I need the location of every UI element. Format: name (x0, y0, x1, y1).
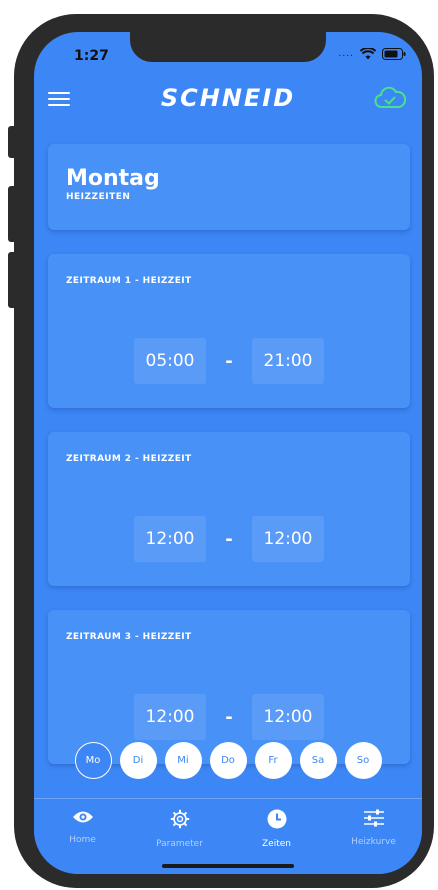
time-range: 12:00 - 12:00 (48, 694, 410, 740)
day-card: Montag HEIZZEITEN (48, 144, 410, 230)
cloud-check-icon[interactable] (374, 86, 407, 114)
eye-icon (72, 809, 94, 829)
period-card: ZEITRAUM 3 - HEIZZEIT 12:00 - 12:00 (48, 610, 410, 764)
tab-home[interactable]: Home (34, 799, 131, 874)
tab-label: Zeiten (262, 839, 291, 849)
period-label: ZEITRAUM 1 - HEIZZEIT (66, 276, 192, 286)
sliders-icon (363, 809, 385, 831)
tab-bar: Home Parameter Zeiten Heizkurve (34, 798, 422, 874)
signal-dots: .... (338, 49, 354, 59)
phone-side-button (8, 252, 14, 308)
time-separator: - (225, 350, 233, 372)
day-button-do[interactable]: Do (209, 742, 247, 779)
period-card: ZEITRAUM 2 - HEIZZEIT 12:00 - 12:00 (48, 432, 410, 586)
day-button-di[interactable]: Di (119, 742, 157, 779)
time-range: 12:00 - 12:00 (48, 516, 410, 562)
day-button-mi[interactable]: Mi (164, 742, 202, 779)
brand-logo: SCHNEID (160, 84, 296, 112)
gear-icon (170, 809, 190, 833)
wifi-icon (360, 48, 376, 60)
end-time-field[interactable]: 12:00 (252, 516, 324, 562)
day-button-mo[interactable]: Mo (74, 742, 112, 779)
start-time-field[interactable]: 12:00 (134, 694, 206, 740)
period-card: ZEITRAUM 1 - HEIZZEIT 05:00 - 21:00 (48, 254, 410, 408)
tab-label: Parameter (156, 839, 203, 849)
day-subtitle: HEIZZEITEN (66, 192, 131, 202)
clock-icon (267, 809, 287, 833)
day-title: Montag (66, 166, 160, 191)
status-time: 1:27 (74, 48, 109, 64)
end-time-field[interactable]: 12:00 (252, 694, 324, 740)
period-label: ZEITRAUM 3 - HEIZZEIT (66, 632, 192, 642)
day-selector: Mo Di Mi Do Fr Sa So (34, 742, 422, 779)
tab-label: Heizkurve (351, 837, 396, 847)
day-button-fr[interactable]: Fr (254, 742, 292, 779)
notch (130, 32, 326, 62)
time-separator: - (225, 706, 233, 728)
start-time-field[interactable]: 12:00 (134, 516, 206, 562)
day-button-so[interactable]: So (344, 742, 382, 779)
tab-parameter[interactable]: Parameter (131, 799, 228, 874)
app-screen: 1:27 .... SCHNEID Montag HEIZZEITEN ZEIT… (34, 32, 422, 874)
tab-label: Home (69, 835, 96, 845)
time-range: 05:00 - 21:00 (48, 338, 410, 384)
time-separator: - (225, 528, 233, 550)
end-time-field[interactable]: 21:00 (252, 338, 324, 384)
tab-heizkurve[interactable]: Heizkurve (325, 799, 422, 874)
home-indicator (162, 864, 294, 868)
period-label: ZEITRAUM 2 - HEIZZEIT (66, 454, 192, 464)
day-button-sa[interactable]: Sa (299, 742, 337, 779)
status-icons: .... (339, 48, 406, 60)
battery-icon (382, 48, 406, 60)
start-time-field[interactable]: 05:00 (134, 338, 206, 384)
phone-side-button (8, 186, 14, 242)
phone-side-button (8, 126, 14, 158)
tab-zeiten[interactable]: Zeiten (228, 799, 325, 874)
